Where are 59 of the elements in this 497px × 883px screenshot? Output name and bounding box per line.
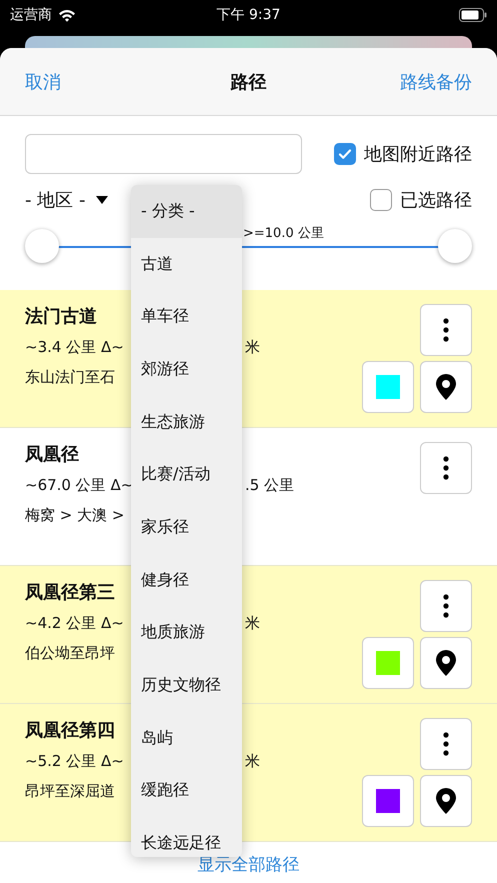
wifi-icon <box>58 8 76 22</box>
route-description: 梅窝 > 大澳 > <box>25 505 124 526</box>
checkbox[interactable] <box>334 143 356 165</box>
category-option[interactable]: 古道 <box>131 238 242 290</box>
region-select[interactable]: - 地区 - <box>25 188 86 212</box>
route-stats: ~67.0 公里 Δ~ <box>25 475 131 496</box>
backup-button[interactable]: 路线备份 <box>400 70 472 94</box>
more-button[interactable] <box>420 442 472 494</box>
more-icon <box>443 732 449 756</box>
battery-icon <box>459 8 487 22</box>
route-stats: ~4.2 公里 Δ~ <box>25 613 125 634</box>
route-description: 伯公坳至昂坪 <box>25 643 115 664</box>
category-option[interactable]: 岛屿 <box>131 712 242 765</box>
more-button[interactable] <box>420 580 472 632</box>
category-option[interactable]: 缓跑径 <box>131 764 242 818</box>
route-stats: 米 <box>245 337 260 358</box>
route-title: 法门古道 <box>25 305 97 329</box>
route-stats: .5 公里 <box>245 475 294 496</box>
status-time: 下午 9:37 <box>216 6 280 24</box>
search-field[interactable] <box>25 134 302 174</box>
sheet-title: 路径 <box>230 70 266 94</box>
color-button[interactable] <box>362 637 414 689</box>
map-pin-icon <box>436 374 456 400</box>
checkbox-label: 已选路径 <box>400 189 472 212</box>
cancel-button[interactable]: 取消 <box>25 70 61 94</box>
category-option[interactable]: 家乐径 <box>131 501 242 554</box>
slider-thumb[interactable] <box>438 229 472 263</box>
route-description: 昂坪至深屈道 <box>25 781 115 802</box>
more-icon <box>443 318 449 342</box>
route-title: 凤凰径第四 <box>25 719 115 743</box>
route-stats: 米 <box>245 751 260 772</box>
category-option[interactable]: - 分类 - <box>131 185 242 238</box>
route-title: 凤凰径 <box>25 443 79 467</box>
route-stats: ~5.2 公里 Δ~ <box>25 751 125 772</box>
more-icon <box>443 456 449 480</box>
map-pin-button[interactable] <box>420 775 472 827</box>
more-button[interactable] <box>420 304 472 356</box>
map-pin-button[interactable] <box>420 637 472 689</box>
checkbox[interactable] <box>370 189 392 211</box>
color-button[interactable] <box>362 361 414 413</box>
category-option[interactable]: 郊游径 <box>131 343 242 396</box>
more-icon <box>443 594 449 618</box>
map-pin-button[interactable] <box>420 361 472 413</box>
category-option[interactable]: 单车径 <box>131 290 242 344</box>
route-title: 凤凰径第三 <box>25 581 115 605</box>
distance-label: >=10.0 公里 <box>243 225 324 242</box>
carrier-name: 运营商 <box>10 6 52 24</box>
route-stats: 米 <box>245 613 260 634</box>
color-button[interactable] <box>362 775 414 827</box>
category-option[interactable]: 地质旅游 <box>131 606 242 660</box>
more-button[interactable] <box>420 718 472 770</box>
map-pin-icon <box>436 650 456 676</box>
slider-thumb[interactable] <box>25 229 59 263</box>
route-description: 东山法门至石 <box>25 367 115 388</box>
map-pin-icon <box>436 788 456 814</box>
caret-icon[interactable] <box>95 196 110 204</box>
checkbox-label: 地图附近路径 <box>364 143 472 166</box>
route-stats: ~3.4 公里 Δ~ <box>25 337 125 358</box>
category-option[interactable]: 比赛/活动 <box>131 448 242 502</box>
